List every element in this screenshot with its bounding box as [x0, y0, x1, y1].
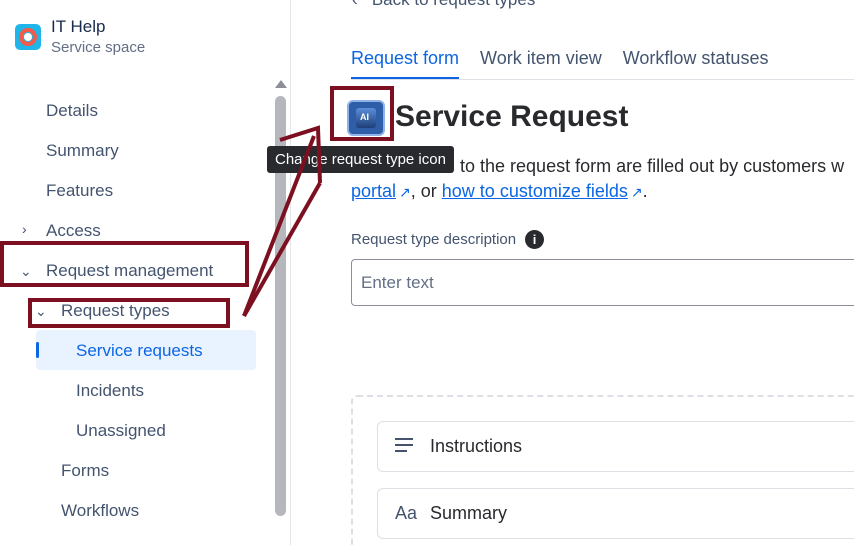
annotation-arrow	[242, 125, 322, 317]
